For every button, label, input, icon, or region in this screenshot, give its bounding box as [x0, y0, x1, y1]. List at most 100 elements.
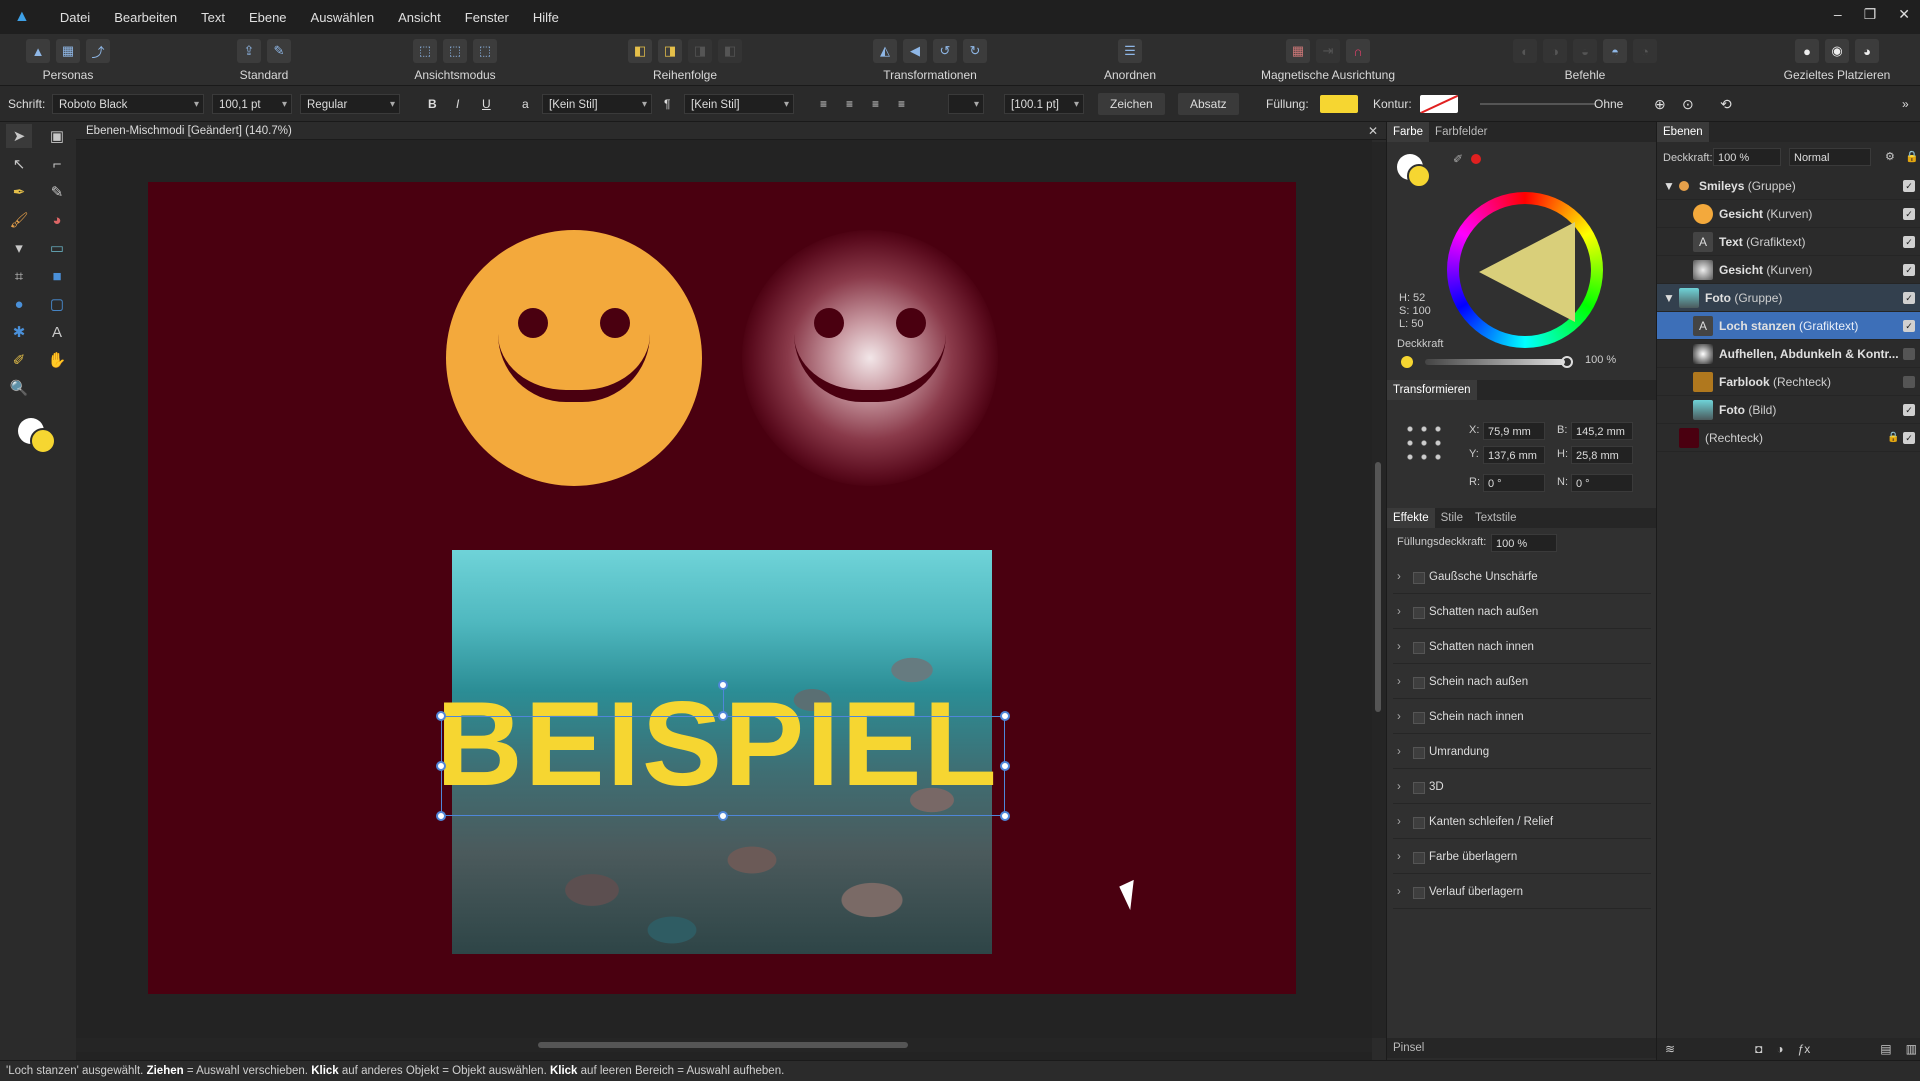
menu-ansicht[interactable]: Ansicht [398, 10, 441, 25]
handle-tc[interactable] [718, 711, 728, 721]
layer-row[interactable]: A Text (Grafiktext) ✓ [1657, 228, 1920, 256]
app-logo-icon[interactable]: ▲ [14, 8, 30, 26]
artboard-tool-icon[interactable]: ▣ [44, 124, 70, 148]
place-image-tool-icon[interactable]: ▭ [44, 236, 70, 260]
adjustment-icon[interactable]: ◑ [1776, 1042, 1783, 1056]
underline-button[interactable]: U [482, 94, 491, 114]
opacity-slider[interactable] [1425, 359, 1565, 365]
menu-hilfe[interactable]: Hilfe [533, 10, 559, 25]
rotate-right-icon[interactable]: ↻ [963, 39, 987, 63]
tab-stile[interactable]: Stile [1435, 512, 1469, 524]
send-back-icon[interactable]: ◧ [718, 39, 742, 63]
visibility-checkbox[interactable]: ✓ [1903, 180, 1915, 192]
expand-group-icon[interactable]: ▼ [1663, 172, 1675, 200]
tab-farbfelder[interactable]: Farbfelder [1429, 126, 1493, 138]
justify-icon[interactable]: ≡ [898, 94, 905, 114]
fx-bevel-emboss[interactable]: Kanten schleifen / Relief [1393, 805, 1651, 839]
tab-effekte[interactable]: Effekte [1387, 508, 1435, 528]
stroke-width-slider[interactable] [1480, 103, 1596, 105]
tab-ebenen[interactable]: Ebenen [1657, 122, 1709, 142]
rotation-handle[interactable] [718, 680, 728, 690]
menu-datei[interactable]: Datei [60, 10, 90, 25]
node-tool-icon[interactable]: ↖ [6, 152, 32, 176]
fill-color-icon[interactable] [30, 428, 56, 454]
anchor-grid[interactable] [1403, 422, 1443, 462]
share-icon[interactable]: ⇪ [237, 39, 261, 63]
restore-icon[interactable]: ❐ [1864, 6, 1877, 23]
menu-bearbeiten[interactable]: Bearbeiten [114, 10, 177, 25]
locked-icon[interactable]: 🔒 [1887, 424, 1899, 452]
layer-row[interactable]: ▼ Foto (Gruppe) ✓ [1657, 284, 1920, 312]
flip-v-icon[interactable]: ◀ [903, 39, 927, 63]
duplicate-layer-icon[interactable]: ▥ [1906, 1042, 1917, 1056]
cmd-xor-icon[interactable]: ◓ [1603, 39, 1627, 63]
list-style-select[interactable] [948, 94, 984, 115]
visibility-checkbox[interactable] [1903, 348, 1915, 360]
y-field[interactable]: 137,6 mm [1483, 446, 1545, 464]
fill-color-icon[interactable] [1407, 164, 1431, 188]
font-size-select[interactable]: 100,1 pt [212, 94, 292, 115]
forward-icon[interactable]: ◨ [658, 39, 682, 63]
align-left-icon[interactable]: ≡ [820, 94, 827, 114]
color-triangle[interactable] [1479, 222, 1575, 322]
visibility-checkbox[interactable] [1903, 376, 1915, 388]
export-persona-icon[interactable]: ⤴ [86, 39, 110, 63]
align-icon[interactable]: ☰ [1118, 39, 1142, 63]
pencil-tool-icon[interactable]: ✎ [44, 180, 70, 204]
font-family-select[interactable]: Roboto Black [52, 94, 204, 115]
expand-group-icon[interactable]: ▼ [1663, 284, 1675, 312]
eyedropper-icon[interactable]: ✐ [1453, 152, 1463, 166]
italic-button[interactable]: I [456, 94, 459, 114]
layer-row[interactable]: Gesicht (Kurven) ✓ [1657, 256, 1920, 284]
pixel-persona-icon[interactable]: ▦ [56, 39, 80, 63]
view-mode-1-icon[interactable]: ⬚ [413, 39, 437, 63]
align-right-icon[interactable]: ≡ [872, 94, 879, 114]
handle-mr[interactable] [1000, 761, 1010, 771]
minimize-icon[interactable]: – [1834, 6, 1842, 23]
rectangle-tool-icon[interactable]: ■ [44, 264, 70, 288]
designer-persona-icon[interactable]: ▲ [26, 39, 50, 63]
layer-row-selected[interactable]: A Loch stanzen (Grafiktext) ✓ [1657, 312, 1920, 340]
rounded-rect-tool-icon[interactable]: ▢ [44, 292, 70, 316]
stroke-swatch[interactable] [1420, 95, 1458, 113]
visibility-checkbox[interactable]: ✓ [1903, 292, 1915, 304]
grid-icon[interactable]: ▦ [1286, 39, 1310, 63]
layer-stack-icon[interactable]: ≋ [1665, 1042, 1675, 1056]
layer-row[interactable]: Aufhellen, Abdunkeln & Kontr... [1657, 340, 1920, 368]
star-tool-icon[interactable]: ✱ [6, 320, 32, 344]
visibility-checkbox[interactable]: ✓ [1903, 236, 1915, 248]
fx-3d[interactable]: 3D [1393, 770, 1651, 804]
tab-textstile[interactable]: Textstile [1469, 512, 1523, 524]
align-center-icon[interactable]: ≡ [846, 94, 853, 114]
leading-select[interactable]: [100.1 pt] [1004, 94, 1084, 115]
brush-tool-icon[interactable]: 🖌 [6, 208, 32, 232]
fx-color-overlay[interactable]: Farbe überlagern [1393, 840, 1651, 874]
convert-curves-icon[interactable]: ⟲ [1720, 94, 1732, 114]
hand-tool-icon[interactable]: ✋ [44, 348, 70, 372]
menu-ebene[interactable]: Ebene [249, 10, 287, 25]
ellipse-tool-icon[interactable]: ● [6, 292, 32, 316]
vertical-scrollbar[interactable] [1372, 142, 1386, 1038]
snap-option-icon[interactable]: ⇥ [1316, 39, 1340, 63]
font-style-select[interactable]: Regular [300, 94, 400, 115]
opacity-slider-knob[interactable] [1561, 356, 1573, 368]
corner-tool-icon[interactable]: ⌐ [44, 152, 70, 176]
menu-text[interactable]: Text [201, 10, 225, 25]
handle-tl[interactable] [436, 711, 446, 721]
rotation-field[interactable]: 0 ° [1483, 474, 1545, 492]
snapping-text-icon[interactable]: ⊙ [1682, 94, 1694, 114]
fx-gaussian-blur[interactable]: Gaußsche Unschärfe [1393, 560, 1651, 594]
more-options-icon[interactable]: » [1902, 94, 1909, 114]
text-on-path-icon[interactable]: ⊕ [1654, 94, 1666, 114]
handle-bc[interactable] [718, 811, 728, 821]
tab-pinsel[interactable]: Pinsel [1387, 1042, 1430, 1054]
layer-settings-icon[interactable]: ⚙ [1885, 150, 1895, 163]
visibility-checkbox[interactable]: ✓ [1903, 432, 1915, 444]
artboard-canvas[interactable]: BEISPIEL [148, 182, 1296, 994]
cmd-add-icon[interactable]: ◐ [1513, 39, 1537, 63]
close-document-icon[interactable]: ✕ [1368, 122, 1378, 140]
fx-outer-shadow[interactable]: Schatten nach außen [1393, 595, 1651, 629]
assistant-icon[interactable]: ✎ [267, 39, 291, 63]
close-window-icon[interactable]: ✕ [1898, 6, 1910, 23]
vertical-scroll-thumb[interactable] [1375, 462, 1381, 712]
